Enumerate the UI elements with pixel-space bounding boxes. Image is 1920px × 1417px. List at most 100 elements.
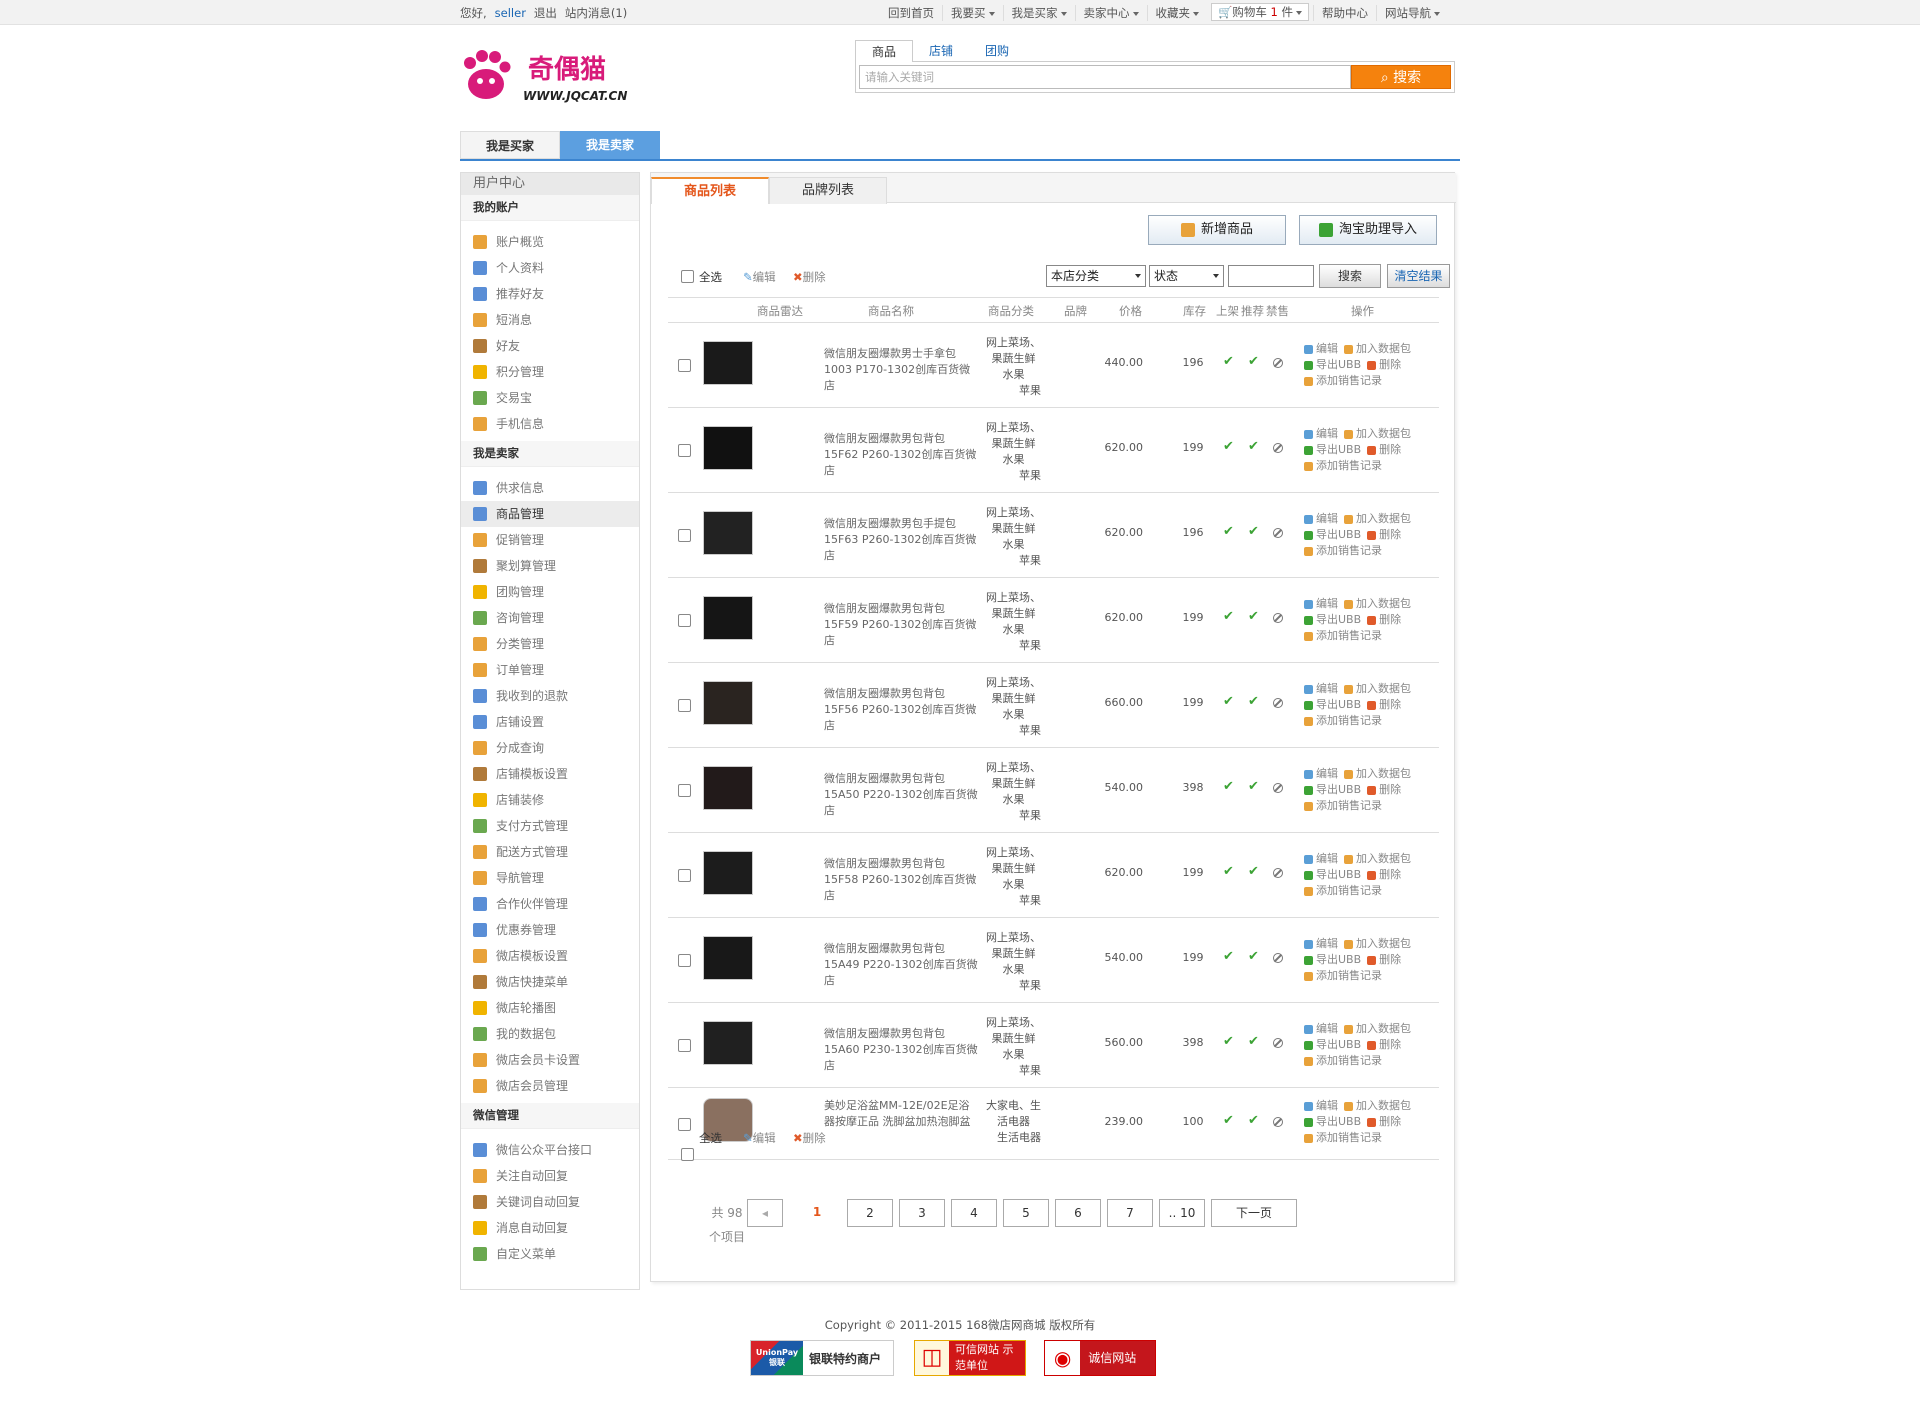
nav-sitemap[interactable]: 网站导航 [1376,5,1448,21]
keyword-input[interactable] [1228,265,1314,287]
add-sales-record-action[interactable]: 添加销售记录 [1304,1053,1382,1069]
sidebar-item[interactable]: 店铺装修 [461,787,639,813]
sidebar-item[interactable]: 账户概览 [461,229,639,255]
on-shelf-check-icon[interactable]: ✔ [1223,1034,1234,1049]
sidebar-item[interactable]: 微店快捷菜单 [461,969,639,995]
edit-action[interactable]: 编辑 [1304,851,1338,867]
page-10[interactable]: .. 10 [1159,1199,1205,1227]
product-thumbnail[interactable] [703,936,753,980]
sidebar-item[interactable]: 团购管理 [461,579,639,605]
add-sales-record-action[interactable]: 添加销售记录 [1304,1130,1382,1146]
product-name[interactable]: 微信朋友圈爆款男包手提包15F63 P260-1302创库百货微店 [824,516,979,564]
add-datapack-action[interactable]: 加入数据包 [1344,511,1411,527]
sidebar-item[interactable]: 微店会员卡设置 [461,1047,639,1073]
sidebar-item[interactable]: 优惠券管理 [461,917,639,943]
recommend-check-icon[interactable]: ✔ [1248,609,1259,624]
nav-buy[interactable]: 我要买 [942,5,1003,21]
row-checkbox[interactable] [678,529,691,542]
export-ubb-action[interactable]: 导出UBB [1304,952,1361,968]
nav-help[interactable]: 帮助中心 [1313,5,1376,21]
on-shelf-check-icon[interactable]: ✔ [1223,1113,1234,1128]
row-checkbox[interactable] [678,954,691,967]
page-3[interactable]: 3 [899,1199,945,1227]
sidebar-item[interactable]: 订单管理 [461,657,639,683]
delete-action[interactable]: 删除 [1367,442,1401,458]
sidebar-item[interactable]: 短消息 [461,307,639,333]
on-shelf-check-icon[interactable]: ✔ [1223,439,1234,454]
banned-status-icon[interactable] [1273,358,1283,368]
export-ubb-action[interactable]: 导出UBB [1304,357,1361,373]
edit-action[interactable]: 编辑 [1304,596,1338,612]
sidebar-item[interactable]: 自定义菜单 [461,1241,639,1267]
sidebar-item[interactable]: 微信公众平台接口 [461,1137,639,1163]
tab-product-list[interactable]: 商品列表 [651,177,769,204]
search-tab-goods[interactable]: 商品 [855,40,914,62]
row-checkbox[interactable] [678,1039,691,1052]
nav-buyer[interactable]: 我是买家 [1002,5,1075,21]
banned-status-icon[interactable] [1273,443,1283,453]
edit-action[interactable]: 编辑 [1304,1021,1338,1037]
edit-action[interactable]: 编辑 [1304,511,1338,527]
export-ubb-action[interactable]: 导出UBB [1304,442,1361,458]
edit-action[interactable]: 编辑 [1304,426,1338,442]
edit-action[interactable]: 编辑 [1304,766,1338,782]
badge-unionpay[interactable]: UnionPay 银联 银联特约商户 [750,1340,894,1376]
next-page-button[interactable]: 下一页 [1211,1199,1297,1227]
tab-seller[interactable]: 我是卖家 [560,131,660,159]
row-checkbox[interactable] [678,784,691,797]
nav-home[interactable]: 回到首页 [880,5,942,21]
clear-results-button[interactable]: 清空结果 [1387,264,1450,288]
banned-status-icon[interactable] [1273,528,1283,538]
product-thumbnail[interactable] [703,1021,753,1065]
export-ubb-action[interactable]: 导出UBB [1304,697,1361,713]
nav-seller-center[interactable]: 卖家中心 [1074,5,1147,21]
page-4[interactable]: 4 [951,1199,997,1227]
add-datapack-action[interactable]: 加入数据包 [1344,1098,1411,1114]
recommend-check-icon[interactable]: ✔ [1248,779,1259,794]
product-thumbnail[interactable] [703,766,753,810]
add-product-button[interactable]: 新增商品 [1148,215,1286,245]
product-thumbnail[interactable] [703,426,753,470]
bottom-select-all-checkbox[interactable] [681,1148,694,1161]
delete-action[interactable]: 删除 [1367,782,1401,798]
sidebar-item[interactable]: 支付方式管理 [461,813,639,839]
page-5[interactable]: 5 [1003,1199,1049,1227]
sidebar-item[interactable]: 个人资料 [461,255,639,281]
logout-link[interactable]: 退出 [534,6,557,20]
sidebar-item[interactable]: 消息自动回复 [461,1215,639,1241]
add-sales-record-action[interactable]: 添加销售记录 [1304,373,1382,389]
add-datapack-action[interactable]: 加入数据包 [1344,426,1411,442]
sidebar-item[interactable]: 我的数据包 [461,1021,639,1047]
sidebar-item[interactable]: 店铺设置 [461,709,639,735]
on-shelf-check-icon[interactable]: ✔ [1223,694,1234,709]
messages-link[interactable]: 站内消息(1) [565,6,627,20]
edit-action[interactable]: 编辑 [1304,681,1338,697]
edit-action[interactable]: 编辑 [1304,341,1338,357]
product-thumbnail[interactable] [703,511,753,555]
add-sales-record-action[interactable]: 添加销售记录 [1304,713,1382,729]
badge-integrity-site[interactable]: ◉ 诚信网站 [1044,1340,1156,1376]
cart-button[interactable]: 🛒购物车 1 件 [1211,3,1309,21]
search-button[interactable]: ⌕ 搜索 [1351,65,1451,89]
search-tab-shops[interactable]: 店铺 [913,40,969,62]
page-7[interactable]: 7 [1107,1199,1153,1227]
on-shelf-check-icon[interactable]: ✔ [1223,609,1234,624]
product-name[interactable]: 微信朋友圈爆款男包背包15A60 P230-1302创库百货微店 [824,1026,979,1074]
delete-action[interactable]: 删除 [1367,357,1401,373]
select-all-checkbox[interactable] [681,270,694,283]
export-ubb-action[interactable]: 导出UBB [1304,612,1361,628]
username-link[interactable]: seller [495,6,526,20]
sidebar-item[interactable]: 店铺模板设置 [461,761,639,787]
add-datapack-action[interactable]: 加入数据包 [1344,1021,1411,1037]
add-sales-record-action[interactable]: 添加销售记录 [1304,968,1382,984]
recommend-check-icon[interactable]: ✔ [1248,439,1259,454]
sidebar-item[interactable]: 合作伙伴管理 [461,891,639,917]
sidebar-item[interactable]: 推荐好友 [461,281,639,307]
sidebar-item[interactable]: 供求信息 [461,475,639,501]
product-thumbnail[interactable] [703,681,753,725]
bottom-edit-link[interactable]: ✎编辑 [743,1130,776,1146]
product-name[interactable]: 微信朋友圈爆款男士手拿包1003 P170-1302创库百货微店 [824,346,979,394]
bottom-delete-link[interactable]: ✖删除 [793,1130,826,1146]
row-checkbox[interactable] [678,614,691,627]
product-name[interactable]: 微信朋友圈爆款男包背包15F58 P260-1302创库百货微店 [824,856,979,904]
